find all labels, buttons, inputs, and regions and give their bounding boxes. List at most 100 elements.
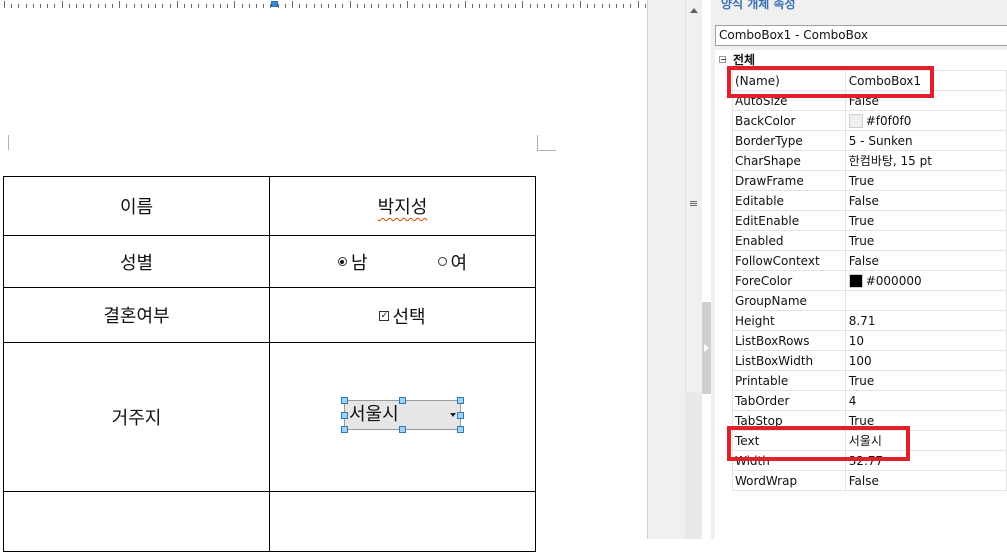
property-name[interactable]: EditEnable [732, 210, 846, 231]
value-cell: 서울시 [269, 342, 536, 492]
ruler-tick [580, 1, 581, 8]
property-name[interactable]: FollowContext [732, 250, 846, 271]
radio-female[interactable]: 여 [437, 249, 468, 275]
radio-male-indicator[interactable] [337, 257, 347, 266]
property-row[interactable]: DrawFrame True [732, 170, 1007, 191]
resize-handle-bottom-right[interactable] [457, 425, 464, 433]
property-row[interactable]: CharShape 한컴바탕, 15 pt [732, 150, 1007, 171]
property-value[interactable]: True [844, 230, 1007, 251]
property-name[interactable]: Printable [732, 370, 846, 391]
pane-divider [647, 0, 685, 539]
property-name[interactable]: ListBoxRows [732, 330, 846, 351]
property-value[interactable]: 5 - Sunken [844, 130, 1007, 151]
property-value[interactable]: 4 [844, 390, 1007, 411]
property-name[interactable]: ForeColor [732, 270, 846, 291]
property-value[interactable]: 10 [844, 330, 1007, 351]
property-row[interactable]: Enabled True [732, 230, 1007, 251]
resize-handle-bottom[interactable] [399, 425, 406, 433]
property-name[interactable]: WordWrap [732, 470, 846, 491]
property-row[interactable]: EditEnable True [732, 210, 1007, 231]
ruler-tick [61, 1, 63, 8]
property-value-text: 8.71 [848, 313, 876, 328]
combo-selection-frame[interactable]: 서울시 [341, 396, 464, 433]
radio-female-indicator[interactable] [437, 257, 447, 266]
ruler-tick [4, 1, 5, 8]
panel-title: 양식 개체 속성 [721, 0, 796, 11]
gender-radio-group: 남 여 [270, 249, 535, 275]
property-name[interactable]: ListBoxWidth [732, 350, 846, 371]
resize-handle-top-right[interactable] [457, 396, 464, 404]
property-value[interactable] [844, 290, 1007, 311]
property-row[interactable]: Printable True [732, 370, 1007, 391]
property-name[interactable]: Editable [732, 190, 846, 211]
resize-handle-top[interactable] [399, 396, 406, 404]
radio-female-label: 여 [450, 252, 468, 274]
property-name[interactable]: Enabled [732, 230, 846, 251]
property-row[interactable]: BackColor #f0f0f0 [732, 110, 1007, 131]
vertical-scrollbar[interactable]: ≡ [685, 0, 702, 392]
name-value: 박지성 [377, 197, 428, 218]
value-cell: 박지성 [269, 176, 536, 236]
property-value-text: 4 [848, 393, 857, 408]
property-value-text: True [848, 173, 875, 188]
chevron-right-icon [704, 344, 709, 352]
property-value-text: True [848, 213, 875, 228]
property-row[interactable]: FollowContext False [732, 250, 1007, 271]
resize-handle-bottom-left[interactable] [341, 425, 348, 433]
property-value[interactable]: True [844, 210, 1007, 231]
highlight-box-name [727, 66, 934, 98]
dropdown-arrow-icon[interactable] [450, 412, 456, 417]
property-row[interactable]: ListBoxRows 10 [732, 330, 1007, 351]
crop-mark-right [537, 135, 556, 151]
property-value[interactable]: True [844, 370, 1007, 391]
property-row[interactable]: GroupName [732, 290, 1007, 311]
resize-handle-top-left[interactable] [341, 396, 348, 404]
property-row[interactable]: WordWrap False [732, 470, 1007, 491]
collapse-toggle-icon[interactable]: − [719, 56, 727, 64]
property-grid-area: − 전체 (Name) ComboBox1 AutoSize False BackCol… [715, 50, 1007, 539]
property-name[interactable]: CharShape [732, 150, 846, 171]
property-name[interactable]: GroupName [732, 290, 846, 311]
property-name[interactable]: BackColor [732, 110, 846, 131]
property-value-text: 한컴바탕, 15 pt [848, 154, 932, 168]
property-name[interactable]: DrawFrame [732, 170, 846, 191]
property-row[interactable]: Editable False [732, 190, 1007, 211]
panel-collapse-button[interactable] [702, 302, 711, 394]
property-value[interactable]: False [844, 190, 1007, 211]
property-value[interactable]: 한컴바탕, 15 pt [844, 150, 1007, 171]
label-cell: 이름 [3, 176, 270, 236]
resize-handle-left[interactable] [341, 411, 348, 419]
property-value[interactable]: False [844, 470, 1007, 491]
ruler-tick [637, 1, 639, 8]
checkbox-indicator[interactable]: ✓ [379, 310, 390, 321]
property-value[interactable]: #000000 [844, 270, 1007, 291]
property-value[interactable]: 8.71 [844, 310, 1007, 331]
value-cell: ✓ 선택 [269, 287, 536, 343]
resize-handle-right[interactable] [457, 411, 464, 419]
property-value-text: True [848, 373, 875, 388]
property-value-text: 100 [848, 353, 872, 368]
property-row[interactable]: TabOrder 4 [732, 390, 1007, 411]
property-row[interactable]: BorderType 5 - Sunken [732, 130, 1007, 151]
property-value-text: True [848, 233, 875, 248]
property-value[interactable]: False [844, 250, 1007, 271]
property-row[interactable]: ListBoxWidth 100 [732, 350, 1007, 371]
property-value-text: False [848, 253, 879, 268]
property-value[interactable]: #f0f0f0 [844, 110, 1007, 131]
ruler-tick [176, 1, 178, 8]
property-row[interactable]: ForeColor #000000 [732, 270, 1007, 291]
property-row[interactable]: Height 8.71 [732, 310, 1007, 331]
property-name[interactable]: Height [732, 310, 846, 331]
marriage-checkbox[interactable]: ✓ 선택 [379, 303, 426, 329]
property-value-text: False [848, 473, 879, 488]
color-swatch-icon [848, 113, 863, 128]
object-selector[interactable]: ComboBox1 - ComboBox [715, 25, 1007, 46]
scroll-up-arrow-icon[interactable] [690, 8, 698, 13]
property-value[interactable]: True [844, 170, 1007, 191]
property-name[interactable]: TabOrder [732, 390, 846, 411]
property-name[interactable]: BorderType [732, 130, 846, 151]
ruler-tick [522, 1, 524, 8]
radio-male[interactable]: 남 [337, 249, 368, 275]
scroll-thumb-grip-icon[interactable]: ≡ [688, 198, 699, 209]
property-value[interactable]: 100 [844, 350, 1007, 371]
